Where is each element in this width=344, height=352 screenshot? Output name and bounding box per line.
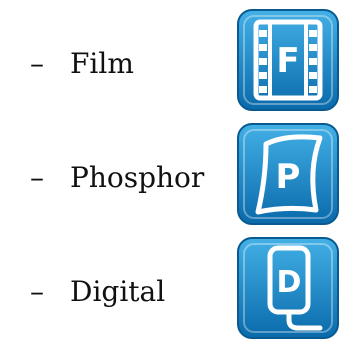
- item-label-film: Film: [70, 47, 134, 80]
- digital-sensor-icon: D: [236, 236, 340, 340]
- digital-icon-letter: D: [277, 265, 302, 300]
- item-label-digital: Digital: [70, 275, 166, 308]
- film-icon-letter: F: [276, 41, 299, 81]
- bullet-dash: –: [30, 161, 44, 194]
- film-icon: F: [236, 8, 340, 112]
- bullet-dash: –: [30, 275, 44, 308]
- phosphor-icon-letter: P: [276, 157, 301, 197]
- list-item-film: – Film F: [0, 4, 344, 116]
- bullet-dash: –: [30, 47, 44, 80]
- list-item-digital: – Digital D: [0, 232, 344, 344]
- item-label-phosphor: Phosphor: [70, 161, 205, 194]
- phosphor-plate-icon: P: [236, 122, 340, 226]
- list-item-phosphor: – Phosphor P: [0, 118, 344, 230]
